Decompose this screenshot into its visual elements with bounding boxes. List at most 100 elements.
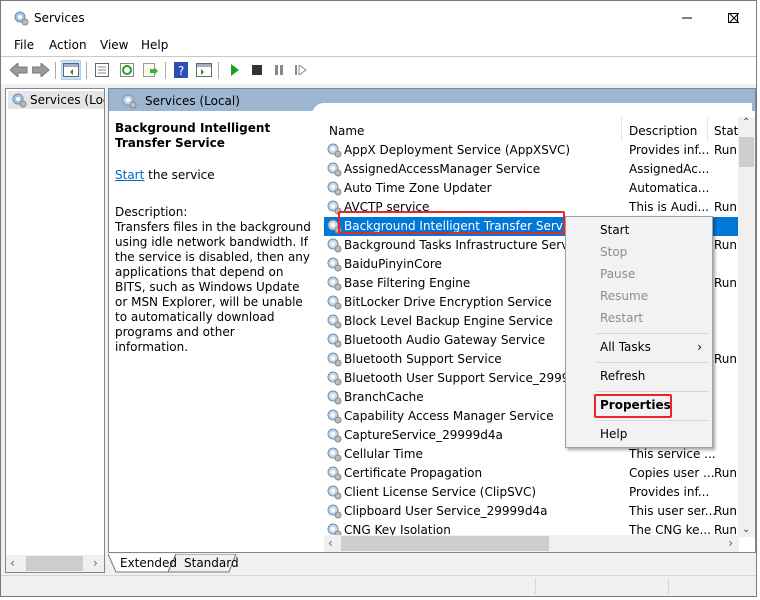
service-name: Base Filtering Engine: [344, 276, 471, 290]
context-menu-item-help[interactable]: Help: [600, 427, 627, 441]
tab-standard[interactable]: Standard: [184, 556, 239, 570]
menu-action[interactable]: Action: [49, 38, 87, 52]
service-row[interactable]: Certificate Propagation Copies user ... Ru…: [324, 464, 739, 483]
console-tree: Services (Local) ‹ ›: [5, 88, 105, 573]
service-gear-icon: [326, 332, 342, 348]
minimize-button[interactable]: [664, 1, 710, 35]
tab-extended[interactable]: Extended: [120, 556, 177, 570]
service-status: Runn: [714, 238, 739, 252]
service-row[interactable]: Auto Time Zone Updater Automatica...: [324, 179, 739, 198]
service-name: CaptureService_29999d4a: [344, 428, 503, 442]
restart-service-button[interactable]: [291, 60, 311, 80]
pause-service-button[interactable]: [269, 60, 289, 80]
service-status: Runn: [714, 143, 739, 157]
properties-icon: [95, 63, 109, 77]
service-gear-icon: [326, 370, 342, 386]
menu-view[interactable]: View: [100, 38, 128, 52]
service-name: Background Tasks Infrastructure Service: [344, 238, 586, 252]
start-link-suffix: the service: [144, 168, 215, 182]
service-row[interactable]: Clipboard User Service_29999d4a This user…: [324, 502, 739, 521]
service-name: Cellular Time: [344, 447, 423, 461]
service-status: Runn: [714, 352, 739, 366]
service-name: AppX Deployment Service (AppXSVC): [344, 143, 571, 157]
service-name: Bluetooth Audio Gateway Service: [344, 333, 546, 347]
service-status: Runn: [714, 504, 739, 518]
service-name: Block Level Backup Engine Service: [344, 314, 553, 328]
status-bar: [1, 575, 756, 596]
context-menu-item-all-tasks[interactable]: All Tasks: [600, 340, 651, 354]
service-description: This user ser...: [629, 504, 717, 518]
start-service-button[interactable]: [225, 60, 245, 80]
list-vertical-scrollbar[interactable]: ⌃ ⌄: [738, 117, 755, 537]
show-hide-console-tree-button[interactable]: [61, 60, 81, 80]
menu-file[interactable]: File: [14, 38, 34, 52]
service-gear-icon: [326, 161, 342, 177]
context-menu-item-stop: Stop: [600, 245, 628, 259]
pane-header-title: Services (Local): [145, 94, 240, 108]
service-description: AssignedAc...: [629, 162, 710, 176]
stop-service-button[interactable]: [247, 60, 267, 80]
service-row[interactable]: Client License Service (ClipSVC) Provides…: [324, 483, 739, 502]
tree-item-label: Services (Local): [30, 93, 104, 107]
menu-help[interactable]: Help: [141, 38, 168, 52]
service-gear-icon: [326, 313, 342, 329]
show-action-pane-button[interactable]: [194, 60, 214, 80]
list-hscroll-thumb[interactable]: [341, 536, 549, 551]
column-header-name[interactable]: Name: [324, 117, 621, 141]
service-gear-icon: [326, 275, 342, 291]
service-name: Client License Service (ClipSVC): [344, 485, 537, 499]
tree-scroll-thumb[interactable]: [26, 556, 83, 571]
refresh-button[interactable]: [117, 60, 137, 80]
scroll-right-icon[interactable]: ›: [93, 556, 98, 570]
menu-separator: [596, 333, 709, 334]
service-name: AssignedAccessManager Service: [344, 162, 541, 176]
service-gear-icon: [326, 408, 342, 424]
start-service-link[interactable]: Start: [115, 168, 144, 182]
service-status: Runn: [714, 276, 739, 290]
service-row[interactable]: AssignedAccessManager Service AssignedAc.…: [324, 160, 739, 179]
service-description: This is Audi...: [629, 200, 709, 214]
properties-button[interactable]: [92, 60, 112, 80]
service-name: BranchCache: [344, 390, 424, 404]
context-menu-item-start[interactable]: Start: [600, 223, 629, 237]
help-button[interactable]: ?: [171, 60, 191, 80]
scroll-up-icon[interactable]: ⌃: [742, 117, 750, 128]
description-label: Description:: [115, 205, 188, 219]
close-button[interactable]: [711, 1, 757, 35]
context-menu-item-refresh[interactable]: Refresh: [600, 369, 645, 383]
service-description: Provides inf...: [629, 485, 710, 499]
service-description: Transfers files in the background using …: [115, 220, 311, 354]
column-header-description[interactable]: Description: [622, 117, 707, 141]
services-gear-icon: [12, 93, 27, 108]
menu-separator: [596, 391, 709, 392]
service-detail-panel: Background Intelligent Transfer Service …: [115, 121, 311, 355]
service-name: Bluetooth User Support Service_29999d4a: [344, 371, 600, 385]
service-name: Capability Access Manager Service: [344, 409, 554, 423]
scroll-right-icon[interactable]: ›: [728, 536, 733, 550]
tree-horizontal-scrollbar[interactable]: ‹ ›: [6, 555, 104, 572]
help-icon: ?: [174, 62, 188, 78]
context-menu-item-resume: Resume: [600, 289, 649, 303]
column-header-status[interactable]: Statu: [708, 117, 739, 141]
context-menu: Start Stop Pause Resume Restart All Tasks › Ref…: [565, 216, 713, 448]
scroll-left-icon[interactable]: ‹: [10, 556, 15, 570]
list-horizontal-scrollbar[interactable]: ‹ ›: [324, 535, 739, 552]
show-action-pane-icon: [196, 63, 212, 77]
export-list-button[interactable]: [140, 60, 160, 80]
tree-item-services-local[interactable]: Services (Local): [8, 91, 104, 109]
list-scroll-thumb[interactable]: [739, 137, 754, 167]
service-row[interactable]: AppX Deployment Service (AppXSVC) Provide…: [324, 141, 739, 160]
context-menu-item-restart: Restart: [600, 311, 644, 325]
back-button[interactable]: [9, 60, 29, 80]
service-gear-icon: [326, 180, 342, 196]
service-name: BitLocker Drive Encryption Service: [344, 295, 552, 309]
forward-arrow-icon: [32, 63, 50, 77]
forward-button[interactable]: [31, 60, 51, 80]
service-gear-icon: [326, 503, 342, 519]
scroll-down-icon[interactable]: ⌄: [742, 524, 750, 535]
service-highlight-box: [338, 211, 565, 234]
properties-highlight-box: [594, 394, 672, 418]
stop-service-icon: [252, 65, 262, 75]
scroll-left-icon[interactable]: ‹: [328, 536, 333, 550]
menu-separator: [596, 420, 709, 421]
